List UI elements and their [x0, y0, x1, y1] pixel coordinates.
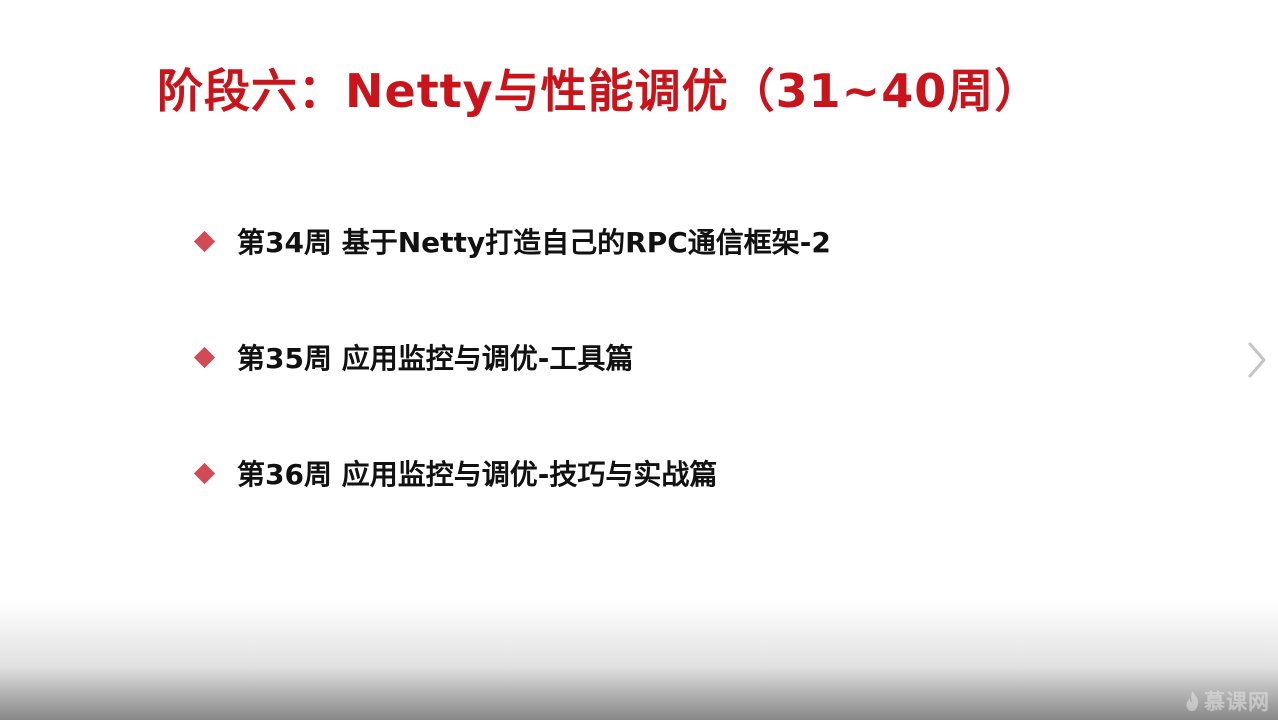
diamond-bullet-icon [193, 346, 216, 368]
bullet-text: 第36周 应用监控与调优-技巧与实战篇 [237, 458, 718, 491]
bullet-item: 第35周 应用监控与调优-工具篇 [190, 331, 831, 383]
watermark: 慕课网 [1184, 686, 1270, 716]
bullet-list: 第34周 基于Netty打造自己的RPC通信框架-2 第35周 应用监控与调优-… [190, 215, 831, 563]
slide-title: 阶段六：Netty与性能调优（31~40周） [157, 64, 1042, 118]
video-bottom-gradient [0, 600, 1278, 720]
bullet-item: 第34周 基于Netty打造自己的RPC通信框架-2 [190, 215, 831, 267]
bullet-item: 第36周 应用监控与调优-技巧与实战篇 [190, 447, 831, 499]
bullet-text: 第34周 基于Netty打造自己的RPC通信框架-2 [237, 226, 831, 259]
slide: 阶段六：Netty与性能调优（31~40周） 第34周 基于Netty打造自己的… [0, 0, 1278, 720]
diamond-bullet-icon [193, 462, 216, 484]
diamond-bullet-icon [193, 230, 216, 252]
watermark-text: 慕课网 [1204, 690, 1270, 714]
flame-icon [1186, 691, 1199, 711]
bullet-text: 第35周 应用监控与调优-工具篇 [237, 342, 634, 375]
chevron-right-icon [1248, 342, 1266, 378]
next-slide-button[interactable] [1244, 338, 1272, 382]
